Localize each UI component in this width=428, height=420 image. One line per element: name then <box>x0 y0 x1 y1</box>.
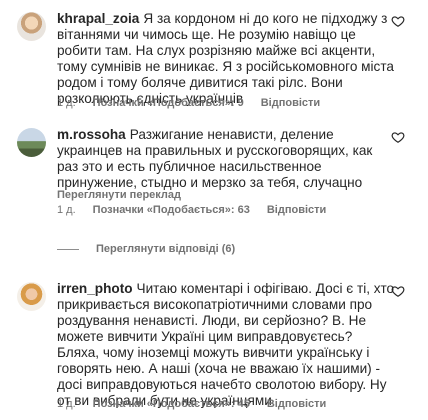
comment-time[interactable]: 1 д. <box>57 398 76 410</box>
divider-line <box>57 248 79 250</box>
heart-outline-icon[interactable] <box>391 14 405 28</box>
avatar[interactable] <box>17 282 46 311</box>
comment-time[interactable]: 1 д. <box>57 204 76 216</box>
comment-meta: 1 д. Позначки «Подобається»: 9 Відповіст… <box>57 97 320 109</box>
comment-username[interactable]: irren_photo <box>57 281 133 296</box>
comment-body: irren_photo Читаю коментарі і офігіваю. Д… <box>57 281 397 409</box>
reply-button[interactable]: Відповісти <box>267 204 326 216</box>
avatar[interactable] <box>17 12 46 41</box>
comment-username[interactable]: khrapal_zoia <box>57 11 139 26</box>
comment-username[interactable]: m.rossoha <box>57 127 126 142</box>
see-translation-button[interactable]: Переглянути переклад <box>57 189 181 201</box>
comment-body: m.rossoha Разжигание ненависти, деление у… <box>57 127 397 191</box>
comment-time[interactable]: 1 д. <box>57 97 76 109</box>
likes-count-link[interactable]: Позначки «Подобається»: 9 <box>93 97 244 109</box>
likes-count-link[interactable]: Позначки «Подобається»: 63 <box>93 204 250 216</box>
comment-meta: 1 д. Позначки «Подобається»: 63 Відповіс… <box>57 204 326 216</box>
comment-text: Читаю коментарі і офігіваю. Досі є ті, х… <box>57 281 395 408</box>
reply-button[interactable]: Відповісти <box>267 398 326 410</box>
heart-outline-icon[interactable] <box>391 130 405 144</box>
comment-body: khrapal_zoia Я за кордоном ні до кого не … <box>57 11 397 107</box>
view-replies-label: Переглянути відповіді (6) <box>96 243 236 255</box>
reply-button[interactable]: Відповісти <box>261 97 320 109</box>
comment-meta: 1 д. Позначки «Подобається»: 45 Відповіс… <box>57 398 326 410</box>
heart-outline-icon[interactable] <box>391 284 405 298</box>
avatar[interactable] <box>17 128 46 157</box>
view-replies-button[interactable]: Переглянути відповіді (6) <box>57 243 235 255</box>
likes-count-link[interactable]: Позначки «Подобається»: 45 <box>93 398 250 410</box>
